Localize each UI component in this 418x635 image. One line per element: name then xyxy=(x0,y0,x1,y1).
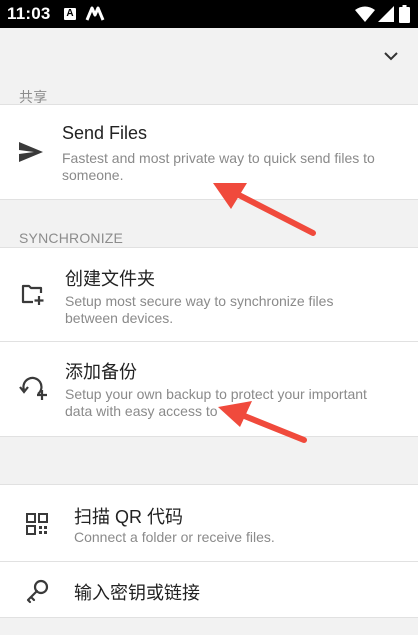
add-backup-item[interactable]: 添加备份 Setup your own backup to protect yo… xyxy=(0,342,418,436)
create-folder-description: Setup most secure way to synchronize fil… xyxy=(65,293,334,326)
send-icon xyxy=(19,142,43,162)
enter-key-title: 输入密钥或链接 xyxy=(74,583,200,603)
synchronize-card: 创建文件夹 Setup most secure way to synchroni… xyxy=(0,247,418,437)
create-folder-title: 创建文件夹 xyxy=(65,269,155,289)
signal-icon xyxy=(378,6,394,22)
create-folder-item[interactable]: 创建文件夹 Setup most secure way to synchroni… xyxy=(0,248,418,341)
syncthing-notification-icon xyxy=(85,6,105,21)
key-icon xyxy=(26,579,49,604)
notification-a-icon: A xyxy=(64,8,76,20)
annotation-arrow-icon xyxy=(213,183,316,236)
section-header-synchronize: SYNCHRONIZE xyxy=(19,230,124,246)
scan-qr-item[interactable]: 扫描 QR 代码 Connect a folder or receive fil… xyxy=(0,485,418,561)
status-bar: 11:03 A xyxy=(0,0,418,28)
add-backup-title: 添加备份 xyxy=(65,362,137,382)
scan-qr-description: Connect a folder or receive files. xyxy=(74,529,275,545)
qr-code-icon xyxy=(26,513,48,535)
connect-card: 扫描 QR 代码 Connect a folder or receive fil… xyxy=(0,484,418,618)
wifi-icon xyxy=(355,6,375,22)
send-files-title: Send Files xyxy=(62,123,148,143)
scan-qr-title: 扫描 QR 代码 xyxy=(74,507,184,527)
header-row xyxy=(0,28,418,84)
chevron-down-icon[interactable] xyxy=(381,46,401,66)
enter-key-item[interactable]: 输入密钥或链接 xyxy=(0,562,418,617)
annotation-arrow-icon xyxy=(218,401,307,443)
battery-icon xyxy=(399,5,410,23)
add-folder-icon xyxy=(21,284,44,305)
add-backup-icon xyxy=(19,376,47,400)
status-time: 11:03 xyxy=(7,4,51,23)
